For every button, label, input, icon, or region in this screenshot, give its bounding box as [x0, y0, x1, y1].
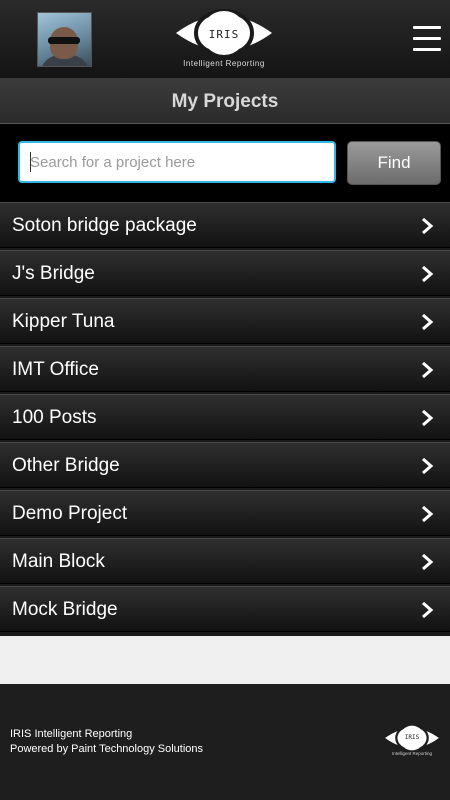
project-list-item[interactable]: Main Block: [0, 538, 450, 584]
app-footer: IRIS Intelligent Reporting Powered by Pa…: [0, 684, 450, 800]
project-label: J's Bridge: [12, 263, 95, 284]
project-list-item[interactable]: Kipper Tuna: [0, 298, 450, 344]
logo-subtitle: Intelligent Reporting: [183, 59, 265, 68]
chevron-right-icon: [422, 553, 434, 571]
project-list-item[interactable]: Mock Bridge: [0, 586, 450, 632]
search-input[interactable]: [18, 141, 336, 183]
project-label: Soton bridge package: [12, 215, 197, 236]
search-bar: Find: [0, 124, 450, 202]
project-label: Mock Bridge: [12, 599, 118, 620]
project-list: Soton bridge package J's Bridge Kipper T…: [0, 202, 450, 634]
avatar-glasses: [48, 37, 80, 44]
hamburger-menu-icon[interactable]: [413, 24, 441, 54]
footer-logo: IRIS Intelligent Reporting: [384, 724, 440, 760]
user-avatar[interactable]: [37, 12, 92, 67]
chevron-right-icon: [422, 601, 434, 619]
project-label: Other Bridge: [12, 455, 120, 476]
chevron-right-icon: [422, 313, 434, 331]
project-list-item[interactable]: J's Bridge: [0, 250, 450, 296]
project-label: Main Block: [12, 551, 105, 572]
page-title: My Projects: [0, 80, 450, 124]
project-label: 100 Posts: [12, 407, 97, 428]
project-list-item[interactable]: 100 Posts: [0, 394, 450, 440]
footer-powered-by: Powered by Paint Technology Solutions: [10, 743, 204, 755]
project-label: IMT Office: [12, 359, 99, 380]
project-label: Kipper Tuna: [12, 311, 115, 332]
chevron-right-icon: [422, 361, 434, 379]
logo-text: IRIS: [208, 28, 240, 41]
chevron-right-icon: [422, 217, 434, 235]
iris-logo: IRIS Intelligent Reporting: [174, 8, 274, 72]
footer-app-name: IRIS Intelligent Reporting: [10, 728, 133, 740]
project-label: Demo Project: [12, 503, 128, 524]
chevron-right-icon: [422, 505, 434, 523]
chevron-right-icon: [422, 457, 434, 475]
find-button[interactable]: Find: [347, 141, 441, 185]
project-list-item[interactable]: Soton bridge package: [0, 202, 450, 248]
text-caret: [30, 152, 31, 172]
chevron-right-icon: [422, 265, 434, 283]
footer-logo-text: IRIS: [404, 734, 420, 741]
project-list-item[interactable]: Other Bridge: [0, 442, 450, 488]
list-end-spacer: [0, 636, 450, 684]
app-header: IRIS Intelligent Reporting: [0, 0, 450, 80]
chevron-right-icon: [422, 409, 434, 427]
footer-logo-subtitle: Intelligent Reporting: [391, 751, 433, 756]
project-list-item[interactable]: IMT Office: [0, 346, 450, 392]
project-list-item[interactable]: Demo Project: [0, 490, 450, 536]
